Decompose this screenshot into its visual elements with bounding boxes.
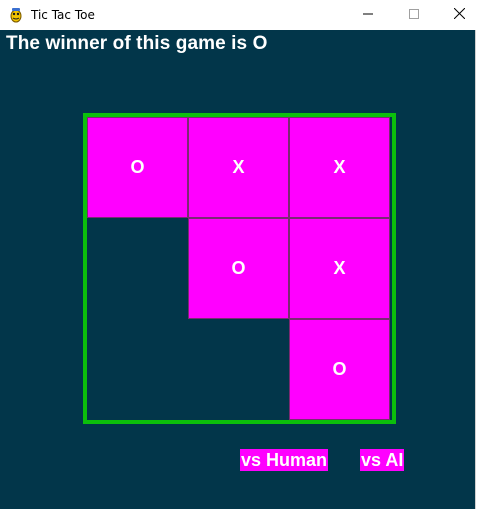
window-titlebar: Tic Tac Toe xyxy=(0,0,482,30)
game-status-text: The winner of this game is O xyxy=(6,33,268,54)
vs-human-button[interactable]: vs Human xyxy=(240,449,329,471)
game-canvas: The winner of this game is O O X X O X O… xyxy=(0,30,475,509)
game-board: O X X O X O xyxy=(83,113,396,424)
minimize-icon xyxy=(363,6,373,24)
board-cell-2-2[interactable]: O xyxy=(289,319,390,420)
board-cell-0-1[interactable]: X xyxy=(188,117,289,218)
pygame-snake-icon xyxy=(8,7,24,23)
board-cell-2-0[interactable] xyxy=(87,319,188,420)
vs-ai-button[interactable]: vs AI xyxy=(360,449,405,471)
board-cell-0-0[interactable]: O xyxy=(87,117,188,218)
cell-mark-x: X xyxy=(333,157,346,177)
cell-mark-x: X xyxy=(333,258,346,278)
window-right-edge xyxy=(475,30,482,509)
maximize-icon xyxy=(409,6,419,24)
cell-mark-x: X xyxy=(232,157,245,177)
cell-mark-o: O xyxy=(231,258,246,278)
board-cell-1-2[interactable]: X xyxy=(289,218,390,319)
cell-mark-o: O xyxy=(332,359,347,379)
board-cell-1-0[interactable] xyxy=(87,218,188,319)
board-cell-2-1[interactable] xyxy=(188,319,289,420)
board-cell-0-2[interactable]: X xyxy=(289,117,390,218)
cell-mark-o: O xyxy=(130,157,145,177)
board-cell-1-1[interactable]: O xyxy=(188,218,289,319)
window-title: Tic Tac Toe xyxy=(31,8,95,22)
close-button[interactable] xyxy=(436,0,482,30)
maximize-button[interactable] xyxy=(391,0,437,30)
minimize-button[interactable] xyxy=(345,0,391,30)
close-icon xyxy=(453,6,465,24)
